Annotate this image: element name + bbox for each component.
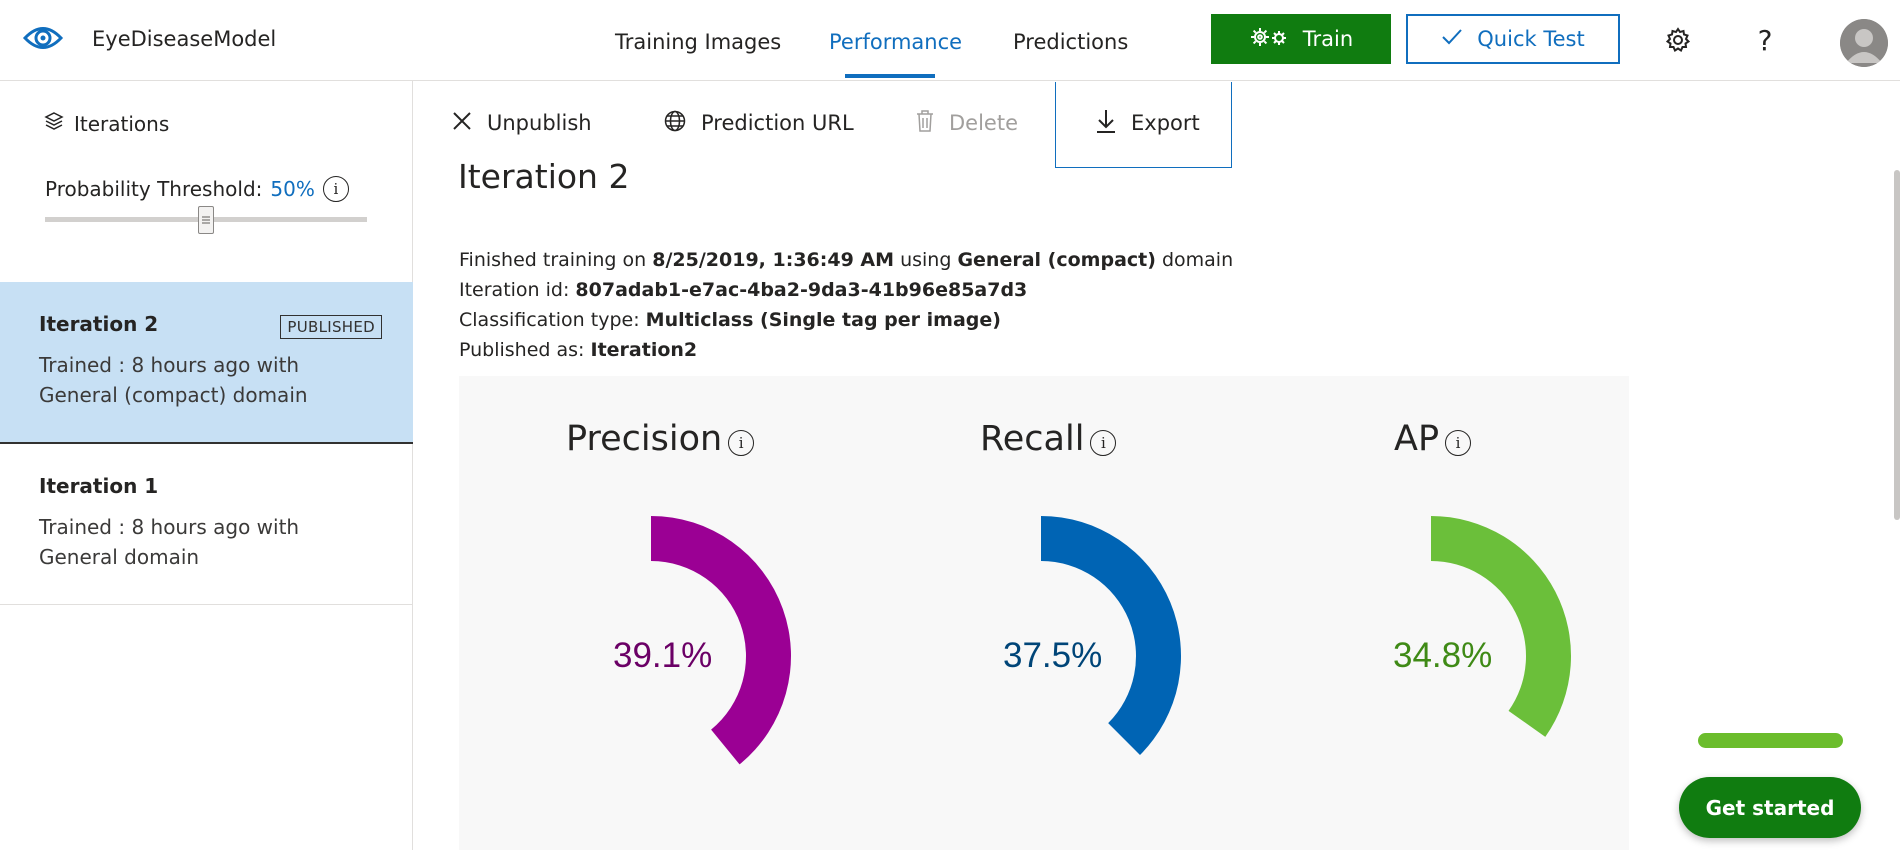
threshold-label: Probability Threshold:: [45, 177, 263, 201]
active-tab-indicator: [845, 74, 935, 78]
checkmark-icon: [1441, 27, 1463, 51]
recall-info-icon[interactable]: i: [1090, 430, 1117, 456]
user-avatar-icon[interactable]: [1840, 19, 1888, 67]
finished-prefix: Finished training on: [459, 249, 647, 271]
iteration-item-2[interactable]: Iteration 2 PUBLISHED Trained : 8 hours …: [0, 282, 413, 444]
precision-gauge: 39.1%: [613, 516, 791, 765]
iteration-details: Finished training on 8/25/2019, 1:36:49 …: [459, 245, 1233, 365]
ap-info-icon[interactable]: i: [1445, 430, 1472, 456]
finished-training-line: Finished training on 8/25/2019, 1:36:49 …: [459, 245, 1233, 275]
iteration-name: Iteration 1: [39, 474, 159, 498]
published-badge: PUBLISHED: [280, 315, 382, 339]
precision-title: Precision i: [566, 419, 755, 459]
domain-word: domain: [1161, 249, 1234, 271]
using-word: using: [900, 249, 952, 271]
published-as-label: Published as:: [459, 339, 585, 361]
finished-date: 8/25/2019, 1:36:49 AM: [652, 249, 895, 271]
app-name: EyeDiseaseModel: [92, 27, 277, 51]
quick-test-button[interactable]: Quick Test: [1406, 14, 1620, 64]
download-icon: [1095, 108, 1117, 139]
ap-label: AP: [1394, 419, 1440, 459]
performance-metrics-panel: Precision i 39.1% Recall i 37.5% AP i 34…: [459, 376, 1629, 850]
layers-icon: [44, 111, 64, 136]
close-icon: [451, 110, 473, 137]
iteration-id-label: Iteration id:: [459, 279, 570, 301]
ap-value: 34.8%: [1393, 636, 1492, 675]
iterations-sidebar: Iterations Probability Threshold: 50% i …: [0, 81, 413, 850]
published-as-value: Iteration2: [590, 339, 698, 361]
export-label: Export: [1131, 111, 1200, 135]
threshold-slider-handle[interactable]: [198, 206, 214, 234]
iterations-label: Iterations: [74, 111, 170, 136]
precision-info-icon[interactable]: i: [728, 430, 755, 456]
help-icon[interactable]: ?: [1747, 22, 1783, 58]
unpublish-button[interactable]: Unpublish: [451, 101, 592, 145]
page-title: Iteration 2: [458, 157, 630, 196]
published-as-line: Published as: Iteration2: [459, 335, 1233, 365]
train-button[interactable]: Train: [1211, 14, 1391, 64]
delete-label: Delete: [949, 111, 1018, 135]
get-started-progress-bar: [1698, 733, 1843, 748]
ap-gauge-arc: [1431, 516, 1571, 737]
trash-icon: [915, 109, 935, 138]
settings-gear-icon[interactable]: [1660, 22, 1696, 58]
globe-icon: [663, 109, 687, 138]
recall-gauge: 37.5%: [1003, 516, 1181, 755]
top-header: EyeDiseaseModel Training Images Performa…: [0, 0, 1900, 81]
domain-name: General (compact): [957, 249, 1156, 271]
gears-icon: [1249, 26, 1289, 53]
precision-label: Precision: [566, 419, 723, 459]
quick-test-label: Quick Test: [1477, 27, 1585, 51]
unpublish-label: Unpublish: [487, 111, 592, 135]
iteration-item-1[interactable]: Iteration 1 Trained : 8 hours ago with G…: [0, 444, 413, 605]
iteration-id-value: 807adab1-e7ac-4ba2-9da3-41b96e85a7d3: [575, 279, 1028, 301]
tab-training-images[interactable]: Training Images: [615, 30, 781, 54]
page-scrollbar[interactable]: [1894, 170, 1900, 520]
prediction-url-label: Prediction URL: [701, 111, 854, 135]
classification-type-label: Classification type:: [459, 309, 640, 331]
tab-performance[interactable]: Performance: [829, 30, 962, 54]
prediction-url-button[interactable]: Prediction URL: [663, 101, 854, 145]
classification-type-line: Classification type: Multiclass (Single …: [459, 305, 1233, 335]
iteration-description: Trained : 8 hours ago with General domai…: [39, 515, 300, 569]
train-button-label: Train: [1302, 27, 1354, 51]
eye-logo-icon[interactable]: [22, 20, 64, 56]
tab-predictions[interactable]: Predictions: [1013, 30, 1128, 54]
get-started-button[interactable]: Get started: [1679, 777, 1861, 838]
probability-threshold: Probability Threshold: 50% i: [45, 176, 349, 202]
ap-gauge: 34.8%: [1393, 516, 1571, 737]
delete-button[interactable]: Delete: [915, 101, 1018, 145]
iterations-header: Iterations: [44, 111, 169, 136]
threshold-info-icon[interactable]: i: [322, 176, 349, 202]
recall-label: Recall: [980, 419, 1085, 459]
ap-title: AP i: [1394, 419, 1472, 459]
precision-value: 39.1%: [613, 636, 712, 675]
iteration-description: Trained : 8 hours ago with General (comp…: [39, 353, 308, 407]
recall-value: 37.5%: [1003, 636, 1102, 675]
iteration-id-line: Iteration id: 807adab1-e7ac-4ba2-9da3-41…: [459, 275, 1233, 305]
export-button[interactable]: Export: [1095, 101, 1200, 145]
classification-type-value: Multiclass (Single tag per image): [645, 309, 1001, 331]
recall-title: Recall i: [980, 419, 1117, 459]
threshold-value: 50%: [270, 177, 315, 201]
